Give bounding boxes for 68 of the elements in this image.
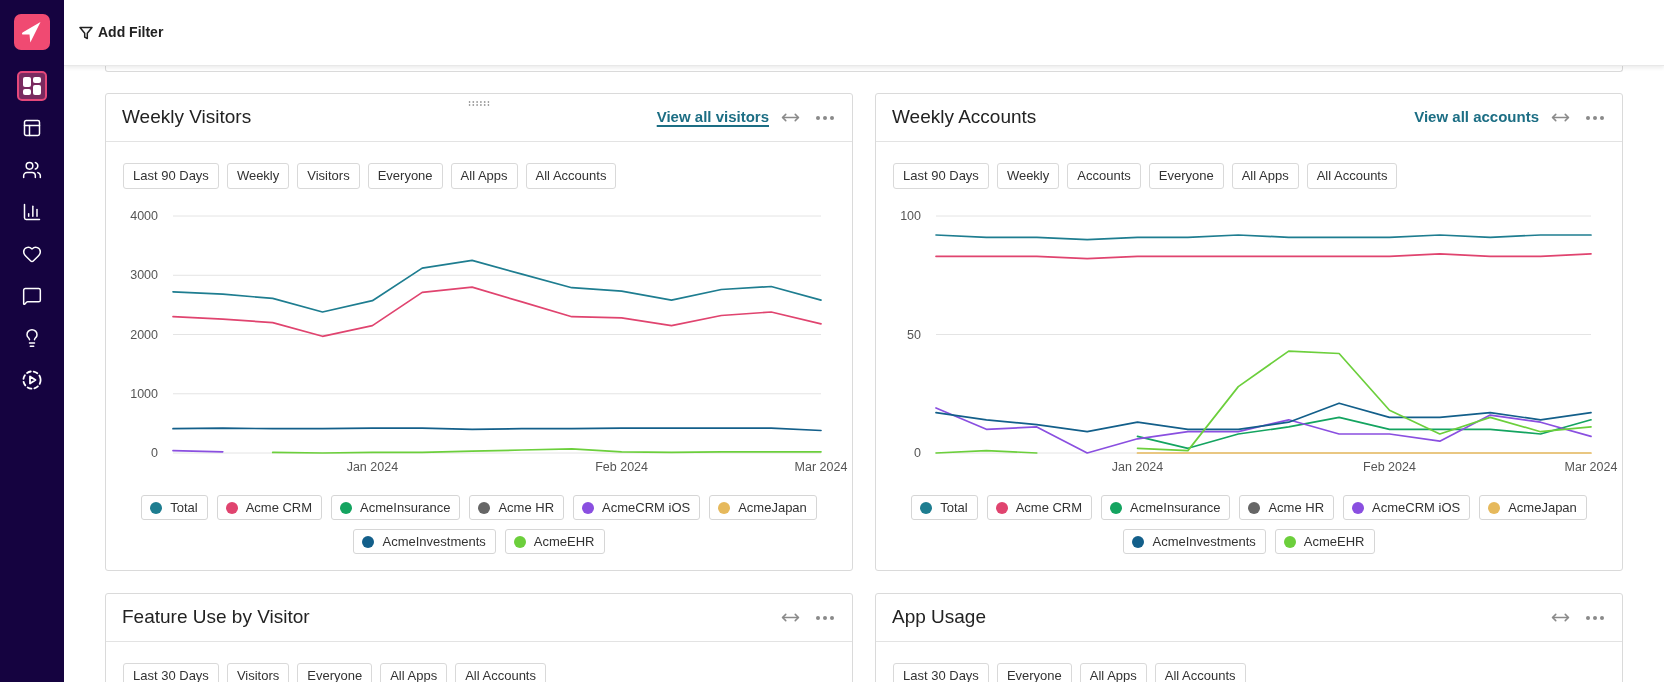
y-axis-label: 50: [907, 327, 921, 342]
x-axis-label: Jan 2024: [1111, 460, 1164, 474]
y-axis-label: 100: [900, 209, 921, 223]
legend-item[interactable]: AcmeInsurance: [331, 495, 461, 520]
filter-button[interactable]: Weekly: [996, 163, 1060, 189]
card-title: Weekly Visitors: [122, 105, 252, 130]
more-options-icon[interactable]: [1586, 615, 1604, 620]
y-axis-label: 0: [151, 446, 158, 460]
legend-item[interactable]: AcmeJapan: [1479, 495, 1587, 520]
x-axis-label: Feb 2024: [1363, 460, 1416, 474]
filter-button[interactable]: All Apps: [1231, 163, 1299, 189]
logo-icon[interactable]: [14, 14, 50, 50]
filter-button[interactable]: Visitors: [297, 163, 360, 189]
more-options-icon[interactable]: [816, 615, 834, 620]
filter-button[interactable]: Last 90 Days: [893, 163, 989, 189]
legend-item[interactable]: Acme HR: [1239, 495, 1335, 520]
filter-button[interactable]: All Apps: [450, 163, 518, 189]
drag-handle-icon[interactable]: [468, 101, 490, 106]
card-title: Weekly Accounts: [892, 105, 1037, 130]
filter-icon: [79, 25, 93, 40]
x-axis-label: Mar 2024: [1564, 460, 1618, 474]
add-filter-button[interactable]: Add Filter: [79, 22, 164, 43]
users-icon: [22, 160, 42, 180]
x-axis-label: Jan 2024: [346, 460, 399, 474]
legend-item[interactable]: AcmeInsurance: [1101, 495, 1231, 520]
chart-line: [172, 449, 224, 453]
y-axis-label: 0: [914, 446, 921, 460]
y-axis-label: 1000: [130, 386, 158, 401]
legend-item[interactable]: AcmeCRM iOS: [573, 495, 701, 520]
heart-icon: [22, 244, 42, 264]
more-options-icon[interactable]: [816, 115, 834, 120]
message-icon: [22, 286, 42, 306]
legend-item[interactable]: AcmeEHR: [1274, 529, 1375, 554]
sidebar-item[interactable]: [17, 71, 47, 101]
x-axis-label: Feb 2024: [595, 460, 649, 474]
filter-button[interactable]: All Accounts: [1306, 163, 1398, 189]
card-title: Feature Use by Visitor: [122, 605, 310, 630]
bar-chart-icon: [22, 202, 42, 222]
y-axis-label: 3000: [130, 268, 158, 283]
dashboard-icon: [23, 77, 41, 95]
filter-button[interactable]: All Accounts: [525, 163, 617, 189]
legend-item[interactable]: AcmeEHR: [504, 529, 605, 554]
legend-item[interactable]: Acme CRM: [986, 495, 1093, 520]
view-all-link[interactable]: View all visitors: [656, 106, 769, 129]
legend-item[interactable]: Total: [141, 495, 208, 520]
legend-item[interactable]: AcmeInvestments: [353, 529, 496, 554]
filter-button[interactable]: Visitors: [226, 663, 290, 682]
legend-item[interactable]: AcmeCRM iOS: [1343, 495, 1471, 520]
x-axis-label: Mar 2024: [794, 460, 848, 474]
legend-item[interactable]: AcmeInvestments: [1123, 529, 1266, 554]
legend-item[interactable]: Acme CRM: [216, 495, 323, 520]
legend-item[interactable]: Acme HR: [469, 495, 565, 520]
y-axis-label: 2000: [130, 327, 158, 342]
legend-item[interactable]: Total: [911, 495, 978, 520]
legend-item[interactable]: AcmeJapan: [709, 495, 817, 520]
y-axis-label: 4000: [130, 209, 158, 223]
layout-icon: [22, 118, 42, 138]
more-options-icon[interactable]: [1586, 115, 1604, 120]
dashed-play-circle-icon: [22, 370, 42, 390]
filter-button[interactable]: Everyone: [1148, 163, 1224, 189]
filter-button[interactable]: All Accounts: [455, 663, 546, 682]
view-all-link[interactable]: View all accounts: [1414, 106, 1539, 129]
filter-button[interactable]: Last 90 Days: [123, 163, 219, 189]
card-title: App Usage: [892, 605, 986, 630]
filter-button[interactable]: All Accounts: [1154, 663, 1246, 682]
filter-button[interactable]: Accounts: [1067, 163, 1141, 189]
filter-button[interactable]: Everyone: [367, 163, 443, 189]
filter-button[interactable]: Weekly: [226, 163, 290, 189]
